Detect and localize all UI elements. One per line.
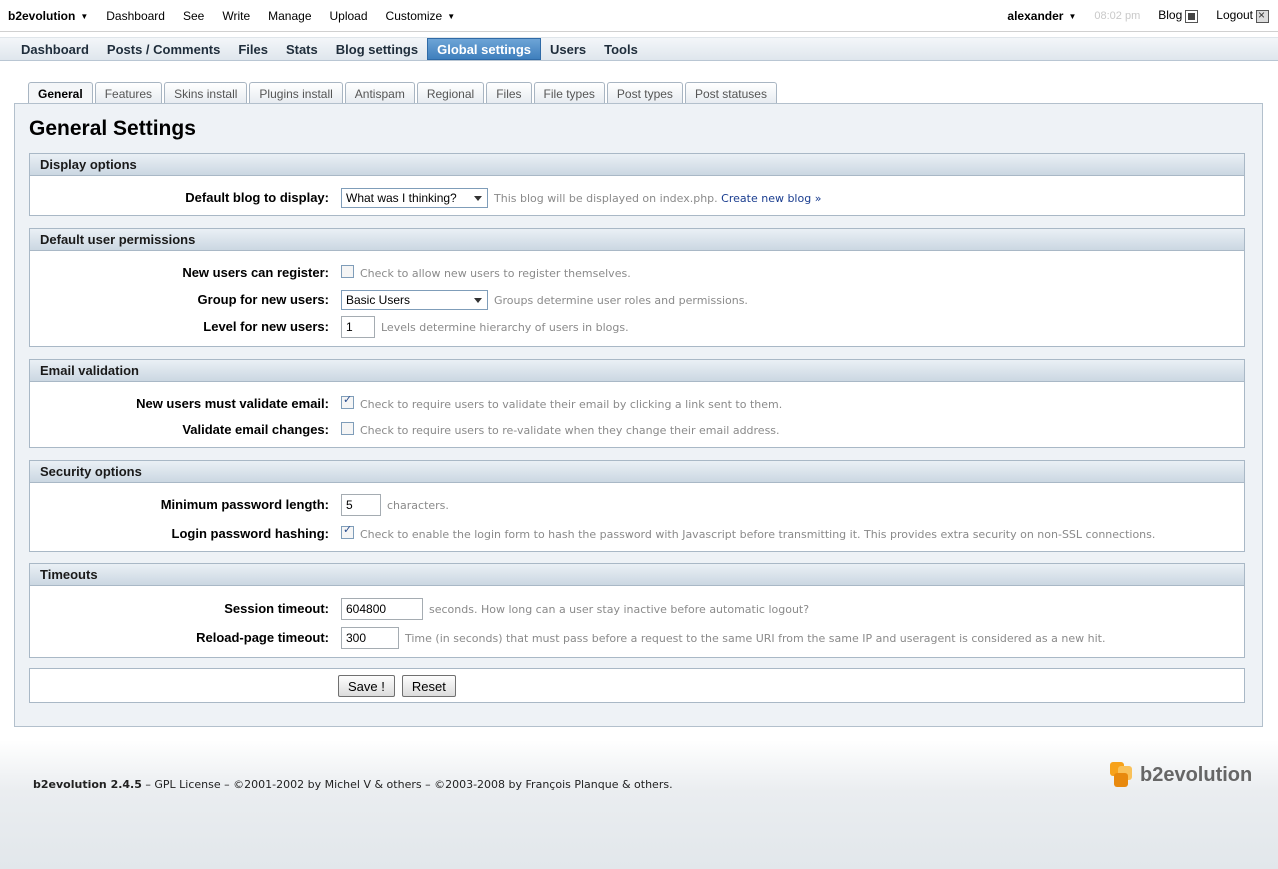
page-title: General Settings [29, 117, 196, 140]
menu-blog-settings[interactable]: Blog settings [327, 38, 427, 60]
validate-email-note: Check to require users to validate their… [360, 397, 783, 411]
default-blog-select[interactable]: What was I thinking? [341, 188, 488, 208]
validate-email-checkbox[interactable] [341, 393, 354, 409]
evobar: b2evolution ▼ Dashboard See Write Manage … [0, 0, 1278, 32]
evobar-logout-link[interactable]: Logout [1207, 8, 1278, 23]
chevron-down-icon: ▼ [1068, 11, 1077, 21]
default-blog-note: This blog will be displayed on index.php… [494, 191, 822, 205]
password-hashing-note: Check to enable the login form to hash t… [360, 527, 1156, 541]
display-options-section: Display options Default blog to display:… [29, 153, 1245, 216]
chevron-down-icon: ▼ [447, 11, 456, 21]
group-label: Group for new users: [197, 292, 329, 307]
tab-antispam[interactable]: Antispam [344, 82, 415, 104]
timeouts-section: Timeouts Session timeout: 604800 seconds… [29, 563, 1245, 658]
reload-timeout-label: Reload-page timeout: [196, 630, 329, 645]
evobar-blog-link[interactable]: Blog [1149, 8, 1207, 23]
evobar-see-link[interactable]: See [174, 9, 213, 23]
tab-general[interactable]: General [28, 82, 93, 105]
chevron-down-icon: ▼ [80, 11, 89, 21]
tab-features[interactable]: Features [94, 82, 163, 104]
evobar-user-menu[interactable]: alexander ▼ [998, 9, 1085, 23]
menu-stats[interactable]: Stats [277, 38, 327, 60]
main-menu: Dashboard Posts / Comments Files Stats B… [0, 37, 1278, 61]
close-icon [1256, 8, 1269, 23]
evobar-brand-menu[interactable]: b2evolution ▼ [0, 9, 97, 23]
evobar-manage-link[interactable]: Manage [259, 9, 320, 23]
section-title: Default user permissions [30, 229, 1244, 251]
validate-changes-note: Check to require users to re-validate wh… [360, 423, 780, 437]
session-timeout-input[interactable]: 604800 [341, 598, 423, 620]
tab-post-statuses[interactable]: Post statuses [684, 82, 777, 104]
validate-changes-checkbox[interactable] [341, 421, 354, 435]
section-title: Security options [30, 461, 1244, 483]
logo-text: b2evolution [1140, 763, 1253, 786]
group-select[interactable]: Basic Users [341, 290, 488, 310]
level-label: Level for new users: [203, 319, 329, 334]
user-permissions-section: Default user permissions New users can r… [29, 228, 1245, 347]
password-hashing-checkbox[interactable] [341, 523, 354, 539]
group-value: Basic Users [346, 293, 411, 307]
menu-posts-comments[interactable]: Posts / Comments [98, 38, 229, 60]
tab-plugins-install[interactable]: Plugins install [249, 82, 343, 104]
register-note: Check to allow new users to register the… [360, 266, 631, 280]
validate-email-label: New users must validate email: [136, 396, 329, 411]
create-new-blog-link[interactable]: Create new blog » [721, 192, 821, 205]
password-hashing-label: Login password hashing: [171, 526, 329, 541]
blog-icon [1185, 9, 1199, 23]
chevron-down-icon [474, 298, 482, 303]
level-note: Levels determine hierarchy of users in b… [381, 320, 629, 334]
reload-timeout-input[interactable]: 300 [341, 627, 399, 649]
section-title: Timeouts [30, 564, 1244, 586]
tab-regional[interactable]: Regional [416, 82, 485, 104]
tab-skins-install[interactable]: Skins install [164, 82, 248, 104]
security-options-section: Security options Minimum password length… [29, 460, 1245, 552]
min-password-input[interactable]: 5 [341, 494, 381, 516]
menu-global-settings[interactable]: Global settings [427, 38, 541, 60]
register-checkbox[interactable] [341, 264, 354, 278]
menu-users[interactable]: Users [541, 38, 595, 60]
b2evolution-logo[interactable]: b2evolution [1110, 762, 1252, 788]
menu-dashboard[interactable]: Dashboard [12, 38, 98, 60]
evobar-upload-link[interactable]: Upload [321, 9, 377, 23]
logo-icon [1110, 762, 1136, 788]
evobar-write-link[interactable]: Write [213, 9, 259, 23]
default-blog-label: Default blog to display: [185, 190, 329, 205]
session-timeout-note: seconds. How long can a user stay inacti… [429, 602, 810, 616]
validate-changes-label: Validate email changes: [182, 422, 329, 437]
min-password-note: characters. [387, 498, 449, 512]
group-note: Groups determine user roles and permissi… [494, 293, 748, 307]
level-input[interactable]: 1 [341, 316, 375, 338]
reload-timeout-note: Time (in seconds) that must pass before … [405, 631, 1106, 645]
license-text: – GPL License – ©2001-2002 by Michel V &… [141, 778, 673, 791]
section-title: Email validation [30, 360, 1244, 382]
section-title: Display options [30, 154, 1244, 176]
evobar-time: 08:02 pm [1094, 9, 1141, 22]
min-password-label: Minimum password length: [160, 497, 329, 512]
menu-tools[interactable]: Tools [595, 38, 647, 60]
evobar-dashboard-link[interactable]: Dashboard [97, 9, 174, 23]
footer: b2evolution 2.4.5 – GPL License – ©2001-… [0, 740, 1278, 869]
tab-files[interactable]: Files [486, 82, 532, 104]
chevron-down-icon [474, 196, 482, 201]
form-actions: Save ! Reset [29, 668, 1245, 703]
reset-button[interactable]: Reset [401, 675, 456, 697]
tab-post-types[interactable]: Post types [606, 82, 683, 104]
settings-tabs: General Features Skins install Plugins i… [28, 82, 779, 105]
save-button[interactable]: Save ! [338, 675, 395, 697]
version-text: b2evolution 2.4.5 [33, 778, 142, 791]
tab-file-types[interactable]: File types [533, 82, 605, 104]
register-label: New users can register: [182, 265, 329, 280]
default-blog-value: What was I thinking? [346, 191, 457, 205]
menu-files[interactable]: Files [229, 38, 277, 60]
copyright: b2evolution 2.4.5 – GPL License – ©2001-… [33, 778, 673, 791]
evobar-customize-menu[interactable]: Customize ▼ [377, 9, 465, 23]
email-validation-section: Email validation New users must validate… [29, 359, 1245, 448]
session-timeout-label: Session timeout: [224, 601, 329, 616]
